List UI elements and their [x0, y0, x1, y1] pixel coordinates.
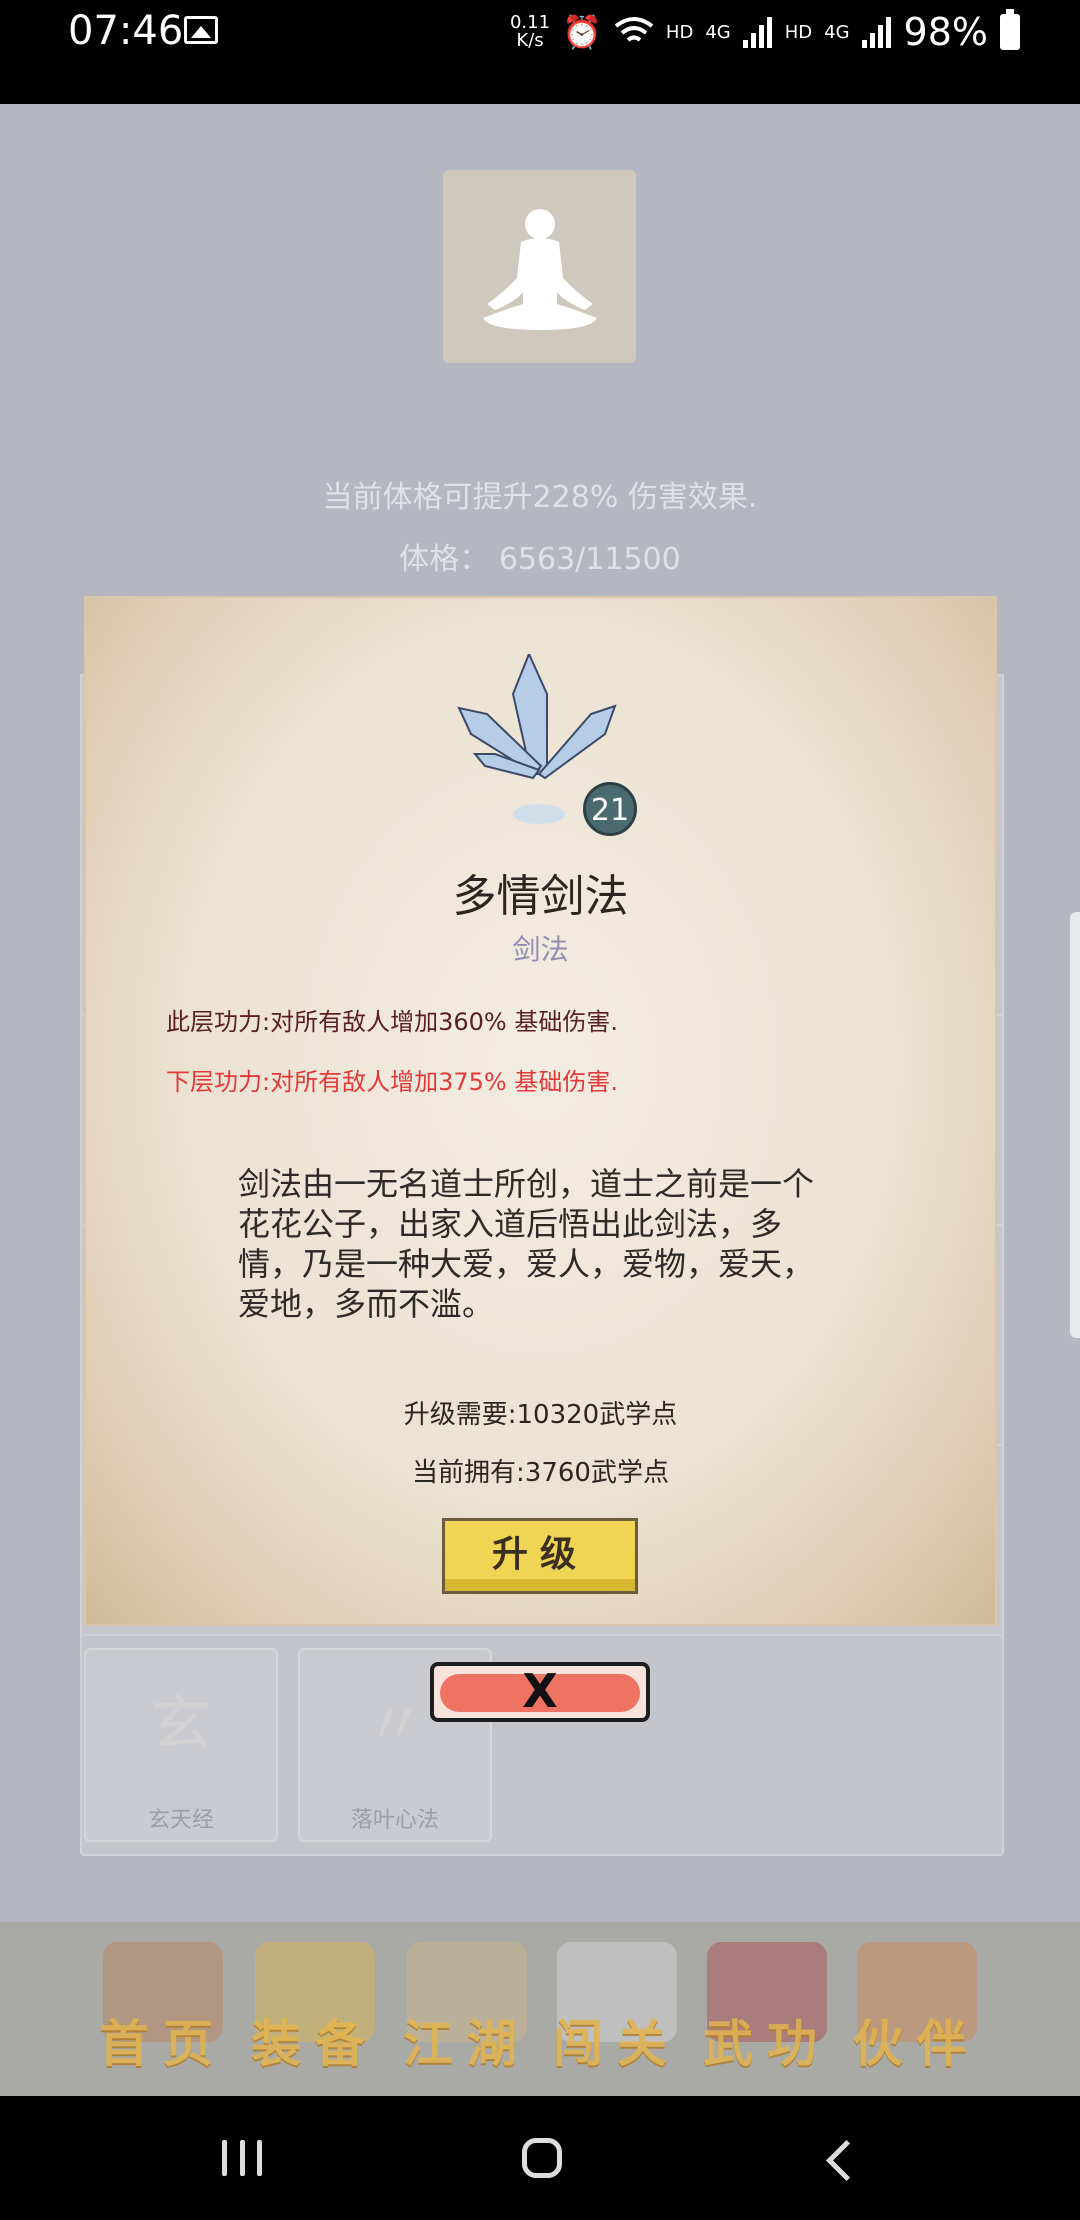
nav-challenge[interactable]: 闯关	[542, 1942, 692, 2082]
battery-percent: 98%	[903, 10, 988, 54]
close-button[interactable]: X	[430, 1662, 650, 1722]
meditating-figure-icon	[483, 209, 597, 330]
meditation-avatar	[443, 170, 636, 363]
recent-apps-button[interactable]	[222, 2140, 262, 2176]
nav-label: 首页	[99, 2014, 227, 2073]
nav-label: 闯关	[553, 2014, 681, 2073]
damage-bonus-text: 当前体格可提升228% 伤害效果.	[322, 480, 758, 515]
signal-type: 4G	[705, 21, 731, 43]
home-button[interactable]	[522, 2138, 562, 2178]
upgrade-button[interactable]: 升级	[442, 1518, 638, 1594]
skill-description: 剑法由一无名道士所创，道士之前是一个花花公子，出家入道后悟出此剑法，多情，乃是一…	[238, 1165, 815, 1323]
xuantian-icon: 玄	[151, 1690, 211, 1760]
nav-label: 江湖	[403, 2014, 531, 2073]
tile-label: 落叶心法	[350, 1808, 439, 1833]
skill-tile[interactable]: 玄 玄天经	[84, 1648, 278, 1842]
signal-icon-2	[861, 17, 891, 48]
skill-detail-modal: 21 多情剑法 剑法 此层功力:对所有敌人增加360% 基础伤害. 下层功力:对…	[86, 598, 995, 1624]
tile-label: 玄天经	[147, 1808, 214, 1833]
current-effect: 此层功力:对所有敌人增加360% 基础伤害.	[166, 1008, 618, 1036]
status-indicators: 0.11 K/s ⏰ HD 4G HD 4G 98%	[510, 9, 1020, 54]
signal-icon	[742, 17, 772, 48]
skill-name: 多情剑法	[452, 871, 629, 922]
close-icon: X	[522, 1664, 558, 1718]
upgrade-cost: 升级需要:10320武学点	[403, 1400, 678, 1430]
bottom-nav: 首页 装备 江湖 闯关 武功 伙伴	[0, 1922, 1080, 2096]
current-points: 当前拥有:3760武学点	[412, 1458, 669, 1488]
constitution-text: 体格： 6563/11500	[399, 542, 681, 577]
wifi-icon	[614, 17, 654, 42]
hd-label-2: HD	[784, 21, 813, 43]
back-button[interactable]	[825, 2139, 868, 2182]
nav-label: 装备	[251, 2014, 379, 2073]
skill-type: 剑法	[512, 933, 569, 966]
next-effect: 下层功力:对所有敌人增加375% 基础伤害.	[166, 1068, 618, 1096]
image-notification-icon	[184, 16, 218, 44]
side-scroll-handle[interactable]	[1070, 912, 1080, 1338]
status-bar: 07:46 0.11 K/s ⏰ HD 4G HD 4G 98%	[0, 0, 1080, 104]
system-nav-bar	[0, 2096, 1080, 2220]
clock: 07:46	[68, 8, 184, 54]
nav-companions[interactable]: 伙伴	[842, 1942, 992, 2082]
nav-label: 伙伴	[853, 2014, 981, 2073]
battery-icon	[1000, 9, 1020, 50]
nav-martial-arts[interactable]: 武功	[692, 1942, 842, 2082]
network-speed: 0.11 K/s	[510, 14, 550, 50]
nav-label: 武功	[703, 2014, 831, 2073]
signal-type-2: 4G	[824, 21, 850, 43]
nav-equipment[interactable]: 装备	[240, 1942, 390, 2082]
net-speed-unit: K/s	[516, 30, 544, 51]
skill-level-badge: 21	[583, 782, 637, 836]
hd-label: HD	[665, 21, 694, 43]
nav-home[interactable]: 首页	[88, 1942, 238, 2082]
nav-jianghu[interactable]: 江湖	[392, 1942, 542, 2082]
alarm-icon: ⏰	[562, 13, 602, 51]
